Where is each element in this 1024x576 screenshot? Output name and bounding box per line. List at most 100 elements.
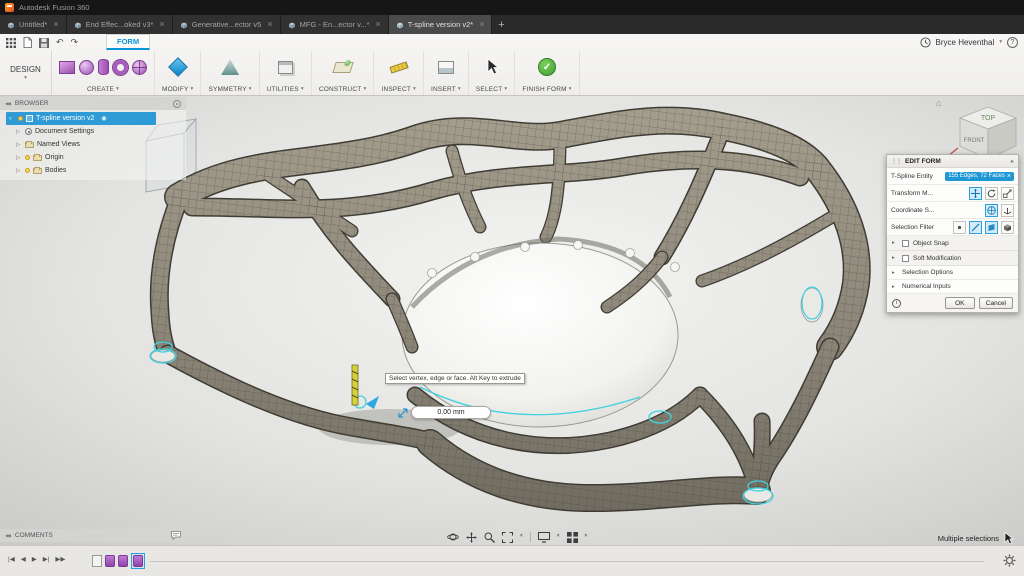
expander-open-icon[interactable]: ▿ bbox=[9, 116, 15, 122]
close-icon[interactable]: × bbox=[375, 20, 380, 29]
browser-header[interactable]: ◀◀ BROWSER bbox=[0, 97, 186, 110]
create-sphere-icon[interactable] bbox=[79, 60, 94, 75]
measure-ruler-icon[interactable] bbox=[389, 61, 408, 73]
browser-item-bodies[interactable]: ▷ Bodies bbox=[0, 164, 186, 177]
coordinate-world-icon[interactable] bbox=[985, 204, 998, 217]
expander-icon[interactable]: ▷ bbox=[16, 168, 22, 174]
drag-arrow-icon[interactable] bbox=[398, 408, 408, 418]
redo-icon[interactable]: ↷ bbox=[71, 38, 79, 47]
collapse-panel-icon[interactable]: ◀◀ bbox=[5, 101, 10, 107]
timeline-feature-icon[interactable] bbox=[92, 555, 102, 567]
timeline-form-feature-icon[interactable] bbox=[133, 555, 143, 567]
finish-form-check-icon[interactable]: ✓ bbox=[538, 58, 556, 76]
filter-face-icon[interactable] bbox=[985, 221, 998, 234]
utilities-menu[interactable]: UTILITIES▾ bbox=[267, 86, 304, 93]
help-icon[interactable]: ? bbox=[1007, 37, 1018, 48]
job-status-clock-icon[interactable] bbox=[920, 37, 931, 48]
info-icon[interactable]: i bbox=[892, 299, 901, 308]
timeline-settings-gear-icon[interactable] bbox=[1003, 554, 1016, 567]
timeline-track[interactable] bbox=[150, 561, 984, 562]
close-icon[interactable]: × bbox=[267, 20, 272, 29]
step-back-button[interactable]: ◀ bbox=[21, 555, 26, 563]
inspect-menu[interactable]: INSPECT▾ bbox=[381, 86, 416, 93]
coordinate-local-icon[interactable] bbox=[1001, 204, 1014, 217]
document-tab-untitled[interactable]: Untitled* × bbox=[0, 15, 67, 34]
go-to-end-button[interactable]: ▶| bbox=[43, 555, 50, 563]
edit-form-icon[interactable] bbox=[168, 57, 188, 77]
construct-menu[interactable]: CONSTRUCT▾ bbox=[319, 86, 367, 93]
expander-icon[interactable]: ▸ bbox=[892, 270, 898, 276]
timeline-form-feature-icon[interactable] bbox=[118, 555, 128, 567]
document-tab-mfg[interactable]: MFG - En...ector v...* × bbox=[281, 15, 389, 34]
undo-icon[interactable]: ↶ bbox=[56, 38, 64, 47]
visibility-bulb-icon[interactable] bbox=[25, 155, 30, 160]
drag-handle-icon[interactable]: ⋮⋮ bbox=[891, 158, 901, 165]
close-icon[interactable]: × bbox=[479, 20, 484, 29]
timeline-selected-feature[interactable] bbox=[131, 553, 145, 569]
construct-plane-icon[interactable] bbox=[332, 62, 354, 73]
context-tab-form[interactable]: FORM bbox=[106, 34, 150, 50]
numerical-inputs-section[interactable]: ▸ Numerical Inputs bbox=[887, 280, 1018, 294]
utilities-window-icon[interactable] bbox=[278, 61, 293, 74]
collapse-panel-icon[interactable]: ◀◀ bbox=[5, 533, 10, 539]
app-grid-icon[interactable] bbox=[6, 38, 16, 48]
expander-icon[interactable]: ▷ bbox=[16, 129, 22, 135]
expander-icon[interactable]: ▸ bbox=[892, 284, 898, 290]
chevron-down-icon[interactable]: ▾ bbox=[999, 40, 1002, 46]
transform-translate-icon[interactable] bbox=[969, 187, 982, 200]
visibility-bulb-icon[interactable] bbox=[18, 116, 23, 121]
create-box-icon[interactable] bbox=[59, 61, 75, 74]
viewcube-home-icon[interactable]: ⌂ bbox=[936, 98, 941, 108]
finish-form-menu[interactable]: FINISH FORM▾ bbox=[522, 86, 571, 93]
user-name[interactable]: Bryce Heventhal bbox=[936, 38, 995, 47]
create-menu[interactable]: CREATE▾ bbox=[87, 86, 119, 93]
flyout-arrow-icon[interactable]: ▸ bbox=[1011, 158, 1014, 165]
document-tab-end-effector[interactable]: End Effec...oked v3* × bbox=[67, 15, 173, 34]
cancel-button[interactable]: Cancel bbox=[979, 297, 1013, 309]
close-icon[interactable]: × bbox=[159, 20, 164, 29]
object-snap-row[interactable]: ▸ Object Snap bbox=[887, 236, 1018, 251]
create-quadball-icon[interactable] bbox=[132, 60, 147, 75]
new-document-button[interactable]: + bbox=[492, 15, 510, 34]
selection-chip[interactable]: 155 Edges, 72 Faces × bbox=[945, 172, 1014, 181]
browser-item-named-views[interactable]: ▷ Named Views bbox=[0, 138, 186, 151]
panel-options-icon[interactable] bbox=[173, 100, 181, 108]
select-cursor-icon[interactable] bbox=[485, 59, 499, 75]
orbit-icon[interactable] bbox=[447, 531, 459, 543]
filter-edge-icon[interactable] bbox=[969, 221, 982, 234]
play-all-button[interactable]: ▶▶ bbox=[55, 555, 65, 563]
play-button[interactable]: ▶ bbox=[32, 555, 37, 563]
object-snap-checkbox[interactable] bbox=[902, 240, 909, 247]
document-tab-generative[interactable]: Generative...ector v5 × bbox=[173, 15, 281, 34]
chevron-down-icon[interactable]: ▾ bbox=[585, 534, 588, 540]
create-torus-icon[interactable] bbox=[113, 60, 128, 75]
chevron-down-icon[interactable]: ▾ bbox=[520, 534, 523, 540]
clear-selection-icon[interactable]: × bbox=[1007, 173, 1011, 180]
expander-icon[interactable]: ▷ bbox=[16, 155, 22, 161]
transform-scale-icon[interactable] bbox=[1001, 187, 1014, 200]
filter-body-icon[interactable] bbox=[1001, 221, 1014, 234]
expander-icon[interactable]: ▸ bbox=[892, 255, 898, 261]
pan-icon[interactable] bbox=[466, 532, 477, 543]
symmetry-menu[interactable]: SYMMETRY▾ bbox=[208, 86, 251, 93]
insert-menu[interactable]: INSERT▾ bbox=[431, 86, 461, 93]
comments-header[interactable]: ◀◀ COMMENTS bbox=[0, 529, 186, 542]
comment-bubble-icon[interactable] bbox=[171, 531, 181, 540]
soft-modification-checkbox[interactable] bbox=[902, 255, 909, 262]
fit-view-icon[interactable] bbox=[502, 532, 513, 543]
expander-icon[interactable]: ▸ bbox=[892, 240, 898, 246]
grid-layout-icon[interactable] bbox=[567, 532, 578, 543]
active-component-radio-icon[interactable]: ◉ bbox=[101, 115, 106, 122]
soft-modification-row[interactable]: ▸ Soft Modification bbox=[887, 251, 1018, 266]
selection-options-section[interactable]: ▸ Selection Options bbox=[887, 266, 1018, 280]
create-cylinder-icon[interactable] bbox=[98, 59, 109, 75]
filter-vertex-icon[interactable] bbox=[953, 221, 966, 234]
display-settings-icon[interactable] bbox=[538, 532, 550, 543]
document-tab-tspline-active[interactable]: T-spline version v2* × bbox=[389, 15, 493, 34]
modify-menu[interactable]: MODIFY▾ bbox=[162, 86, 193, 93]
go-to-start-button[interactable]: |◀ bbox=[8, 555, 15, 563]
edit-form-header[interactable]: ⋮⋮ EDIT FORM ▸ bbox=[887, 155, 1018, 168]
timeline-form-feature-icon[interactable] bbox=[105, 555, 115, 567]
browser-item-document-settings[interactable]: ▷ Document Settings bbox=[0, 125, 186, 138]
save-icon[interactable] bbox=[39, 38, 49, 48]
